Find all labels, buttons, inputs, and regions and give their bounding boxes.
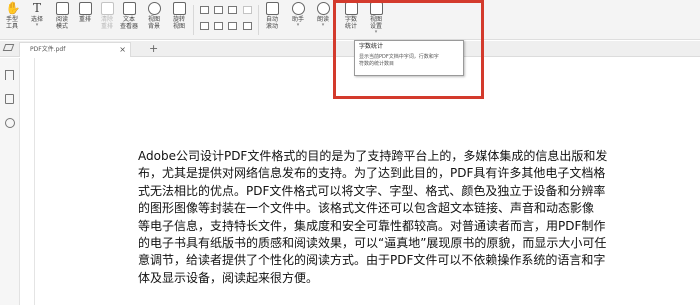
speaker-icon xyxy=(316,2,330,15)
clear-reflow-label: 清除 xyxy=(100,16,113,23)
rotate-view-label-2: 视图 xyxy=(172,23,185,30)
chevron-down-icon: ▾ xyxy=(296,22,300,28)
tooltip-description: 显示当前PDF文档中字词，行数和字 符数的统计数目 xyxy=(359,54,459,68)
read-mode-label: 阅读 xyxy=(55,16,68,23)
read-mode-label-2: 模式 xyxy=(55,23,68,30)
auto-scroll-button[interactable]: 自动 滚动 xyxy=(262,2,282,30)
document-line: 意调节，给读者提供了个性化的阅读方式。由于PDF文件可以不依赖操作系统的语言和字 xyxy=(138,253,606,268)
auto-scroll-icon xyxy=(265,2,279,15)
rearrange-icon xyxy=(78,2,92,15)
tooltip-description-line: 显示当前PDF文档中字词，行数和字 xyxy=(359,54,439,60)
view-background-button[interactable]: 视图 背景 xyxy=(144,2,164,30)
document-line: 的电子书具有纸版书的质感和阅读效果，可以“逼真地”展现原书的原貌，而显示大小可任 xyxy=(138,236,607,251)
hand-icon: ✋ xyxy=(5,1,21,15)
auto-scroll-label: 自动 xyxy=(265,16,278,23)
bookmark-icon[interactable] xyxy=(5,70,14,80)
view-background-label-2: 背景 xyxy=(147,23,160,30)
rearrange-button[interactable]: 重排 xyxy=(75,2,95,23)
document-tab[interactable]: PDF文件.pdf × xyxy=(19,42,131,57)
two-page-icon[interactable] xyxy=(214,6,223,14)
clear-reflow-button[interactable]: 清除 重排 xyxy=(97,2,117,30)
page-edge-divider xyxy=(34,58,35,305)
auto-scroll-label-2: 滚动 xyxy=(265,23,278,30)
read-mode-button[interactable]: 阅读 模式 xyxy=(52,2,72,30)
clear-reflow-label-2: 重排 xyxy=(100,23,113,30)
rotate-icon xyxy=(172,2,186,15)
document-line: 等电子信息，支持特长文件，集成度和安全可靠性都较高。对普通读者而言，用PDF制作 xyxy=(138,218,606,233)
book-icon xyxy=(55,2,69,15)
select-button[interactable]: T 选择 ▾ xyxy=(27,2,47,28)
document-line: 布，尤其是提供对网络信息发布的支持。为了达到此目的，PDF具有许多其他电子文档格 xyxy=(138,166,606,181)
document-paragraph: Adobe公司设计PDF文件格式的目的是为了支持跨平台上的，多媒体集成的信息出版… xyxy=(138,148,694,287)
assistant-button[interactable]: 助手 ▾ xyxy=(288,2,308,28)
pages-icon[interactable] xyxy=(5,94,14,104)
left-sidebar xyxy=(0,58,20,305)
text-viewer-label: 文本 xyxy=(122,16,135,23)
document-line: 的图形图像等封装在一个文件中。该格式文件还可以包含超文本链接、声音和动态影像 xyxy=(138,201,595,216)
read-aloud-button[interactable]: 朗读 ▾ xyxy=(313,2,333,28)
continuous-icon[interactable] xyxy=(228,6,237,14)
chevron-down-icon: ▾ xyxy=(321,22,325,28)
single-page-icon[interactable] xyxy=(200,6,209,14)
toolbar-divider xyxy=(258,5,259,35)
comment-icon[interactable] xyxy=(5,118,15,128)
eye-icon xyxy=(147,2,161,15)
document-line: 式无法相比的优点。PDF文件格式可以将文字、字型、格式、颜色及独立于设备和分辨率 xyxy=(138,183,606,198)
toolbar-divider xyxy=(193,5,194,35)
cover-icon[interactable] xyxy=(214,22,223,30)
split-icon[interactable] xyxy=(228,22,237,30)
chevron-down-icon: ▾ xyxy=(35,22,39,28)
text-viewer-icon xyxy=(122,2,136,15)
rearrange-label: 重排 xyxy=(78,16,91,23)
text-viewer-label-2: 查看器 xyxy=(119,23,138,30)
document-line: Adobe公司设计PDF文件格式的目的是为了支持跨平台上的，多媒体集成的信息出版… xyxy=(138,149,608,163)
rotate-view-button[interactable]: 旋转 视图 xyxy=(169,2,189,30)
assistant-icon xyxy=(291,2,305,15)
word-count-tooltip: 字数统计 显示当前PDF文档中字词，行数和字 符数的统计数目 xyxy=(354,40,464,76)
text-cursor-icon: T xyxy=(32,1,41,15)
hand-tool-label: 手型 xyxy=(5,16,18,23)
tooltip-title: 字数统计 xyxy=(359,43,384,50)
document-line: 体及显示设备，阅读起来很方便。 xyxy=(138,270,319,285)
clear-reflow-icon xyxy=(100,2,114,15)
hand-tool-button[interactable]: ✋ 手型 工具 xyxy=(2,1,22,31)
fit-page-icon[interactable] xyxy=(243,6,252,14)
close-icon[interactable]: × xyxy=(119,43,126,57)
rotate-view-label: 旋转 xyxy=(172,16,185,23)
tooltip-description-line: 符数的统计数目 xyxy=(359,61,395,67)
view-background-label: 视图 xyxy=(147,16,160,23)
tab-title: PDF文件.pdf xyxy=(30,46,66,53)
add-tab-button[interactable]: + xyxy=(149,42,158,55)
facing-icon[interactable] xyxy=(200,22,209,30)
layout-options-icon[interactable] xyxy=(243,22,252,30)
text-viewer-button[interactable]: 文本 查看器 xyxy=(119,2,139,30)
hand-tool-label-2: 工具 xyxy=(5,23,18,30)
